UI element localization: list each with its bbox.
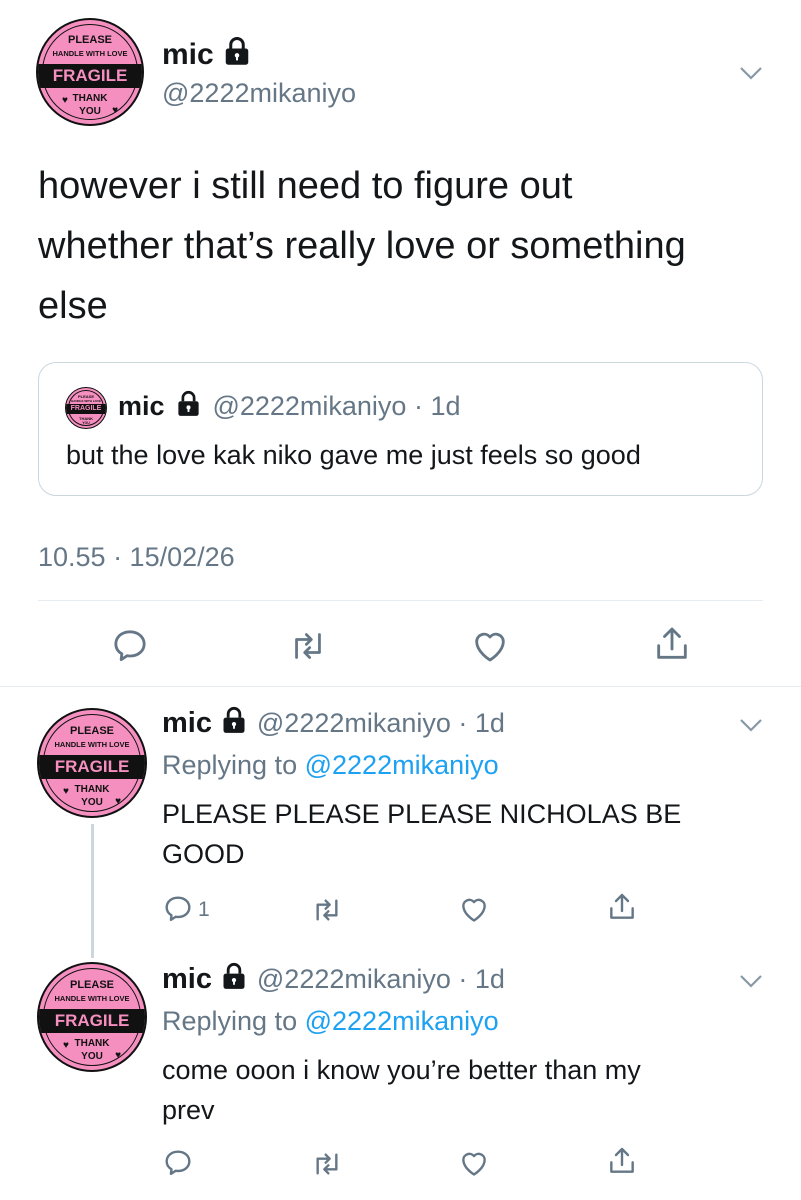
display-name[interactable]: mic <box>162 707 212 739</box>
heart-icon: ♥ <box>115 1050 121 1061</box>
reply-text: PLEASE PLEASE PLEASE NICHOLAS BE GOOD <box>162 794 762 874</box>
tweet-text: however i still need to figure out wheth… <box>38 156 778 336</box>
like-icon[interactable] <box>458 1147 490 1178</box>
reply-icon[interactable] <box>162 893 194 925</box>
display-name[interactable]: mic <box>162 963 212 995</box>
avatar-text: HANDLE WITH LOVE <box>54 994 130 1003</box>
display-name-text: mic <box>162 38 214 71</box>
lock-icon <box>178 390 199 416</box>
reply-header: mic @2222mikaniyo · 1d <box>162 706 505 740</box>
user-handle[interactable]: @2222mikaniyo <box>162 78 356 109</box>
avatar-text: YOU <box>79 106 101 117</box>
avatar-band: FRAGILE <box>38 64 142 88</box>
heart-icon: ♥ <box>63 786 69 797</box>
tweet-text-line: whether that’s really love or something <box>38 225 686 267</box>
like-icon[interactable] <box>458 893 490 924</box>
reply-count: 1 <box>198 898 210 921</box>
replying-to-handle[interactable]: @2222mikaniyo <box>305 1006 499 1036</box>
retweet-icon[interactable] <box>311 1149 343 1179</box>
avatar-text: PLEASE <box>69 979 114 991</box>
replying-to: Replying to @2222mikaniyo <box>162 750 499 781</box>
replying-to-label: Replying to <box>162 750 298 780</box>
quoted-display-name: mic <box>118 391 165 421</box>
heart-icon: ♥ <box>63 1040 69 1051</box>
avatar[interactable]: PLEASE HANDLE WITH LOVE FRAGILE THANK YO… <box>36 18 144 126</box>
quoted-tweet-card[interactable] <box>38 362 763 496</box>
retweet-icon[interactable] <box>311 895 343 925</box>
lock-icon <box>225 37 249 65</box>
replying-to: Replying to @2222mikaniyo <box>162 1006 499 1037</box>
avatar-text: THANK <box>74 1038 110 1049</box>
reply-text-line: come ooon i know you’re better than my <box>162 1055 641 1085</box>
replying-to-handle[interactable]: @2222mikaniyo <box>305 750 499 780</box>
avatar-text: THANK <box>72 93 108 104</box>
avatar-band: FRAGILE <box>39 755 145 779</box>
reply-header: mic @2222mikaniyo · 1d <box>162 962 505 996</box>
reply-icon[interactable] <box>110 626 150 666</box>
avatar[interactable]: PLEASE HANDLE WITH LOVE FRAGILE THANK YO… <box>37 962 147 1072</box>
heart-icon: ♥ <box>112 105 118 116</box>
chevron-down-icon[interactable] <box>738 60 764 86</box>
reply-text-line: prev <box>162 1095 215 1125</box>
share-icon[interactable] <box>606 1145 638 1177</box>
heart-icon: ♥ <box>62 95 68 106</box>
share-icon[interactable] <box>606 891 638 923</box>
tweet-text-line: however i still need to figure out <box>38 165 573 207</box>
handle-time[interactable]: @2222mikaniyo · 1d <box>257 964 505 994</box>
heart-icon: ♥ <box>115 796 121 807</box>
divider <box>0 686 801 687</box>
avatar-text: THANK <box>74 784 110 795</box>
lock-icon <box>223 962 245 989</box>
like-icon[interactable] <box>470 626 510 664</box>
avatar-text: YOU <box>81 1051 103 1062</box>
avatar-band: FRAGILE <box>66 404 106 414</box>
replying-to-label: Replying to <box>162 1006 298 1036</box>
share-icon[interactable] <box>652 624 692 664</box>
avatar-text: PLEASE <box>67 34 112 46</box>
chevron-down-icon[interactable] <box>738 712 764 738</box>
avatar-text: HANDLE WITH LOVE <box>54 740 130 749</box>
lock-icon <box>223 706 245 733</box>
tweet-timestamp[interactable]: 10.55 · 15/02/26 <box>38 542 235 573</box>
avatar-text: YOU <box>82 421 90 425</box>
quoted-avatar: PLEASE HANDLE WITH LOVE FRAGILE THANK YO… <box>65 387 107 429</box>
avatar-text: YOU <box>81 797 103 808</box>
tweet-text-line: else <box>38 285 108 327</box>
reply-text: come ooon i know you’re better than my p… <box>162 1050 772 1130</box>
reply-text-line: PLEASE PLEASE PLEASE NICHOLAS BE <box>162 799 682 829</box>
thread-line <box>91 824 94 958</box>
avatar-text: PLEASE <box>69 725 114 737</box>
reply-icon[interactable] <box>162 1147 194 1179</box>
chevron-down-icon[interactable] <box>738 968 764 994</box>
retweet-icon[interactable] <box>288 628 328 664</box>
handle-time[interactable]: @2222mikaniyo · 1d <box>257 708 505 738</box>
display-name[interactable]: mic <box>162 36 252 72</box>
quoted-text: but the love kak niko gave me just feels… <box>66 440 641 470</box>
avatar-band: FRAGILE <box>39 1009 145 1033</box>
avatar[interactable]: PLEASE HANDLE WITH LOVE FRAGILE THANK YO… <box>37 708 147 818</box>
quoted-header: mic @2222mikaniyo · 1d <box>118 390 460 422</box>
divider <box>38 600 763 601</box>
avatar-text: HANDLE WITH LOVE <box>52 49 128 58</box>
avatar-text: HANDLE WITH LOVE <box>71 399 101 403</box>
quoted-handle-time: @2222mikaniyo · 1d <box>212 391 461 421</box>
reply-text-line: GOOD <box>162 839 245 869</box>
